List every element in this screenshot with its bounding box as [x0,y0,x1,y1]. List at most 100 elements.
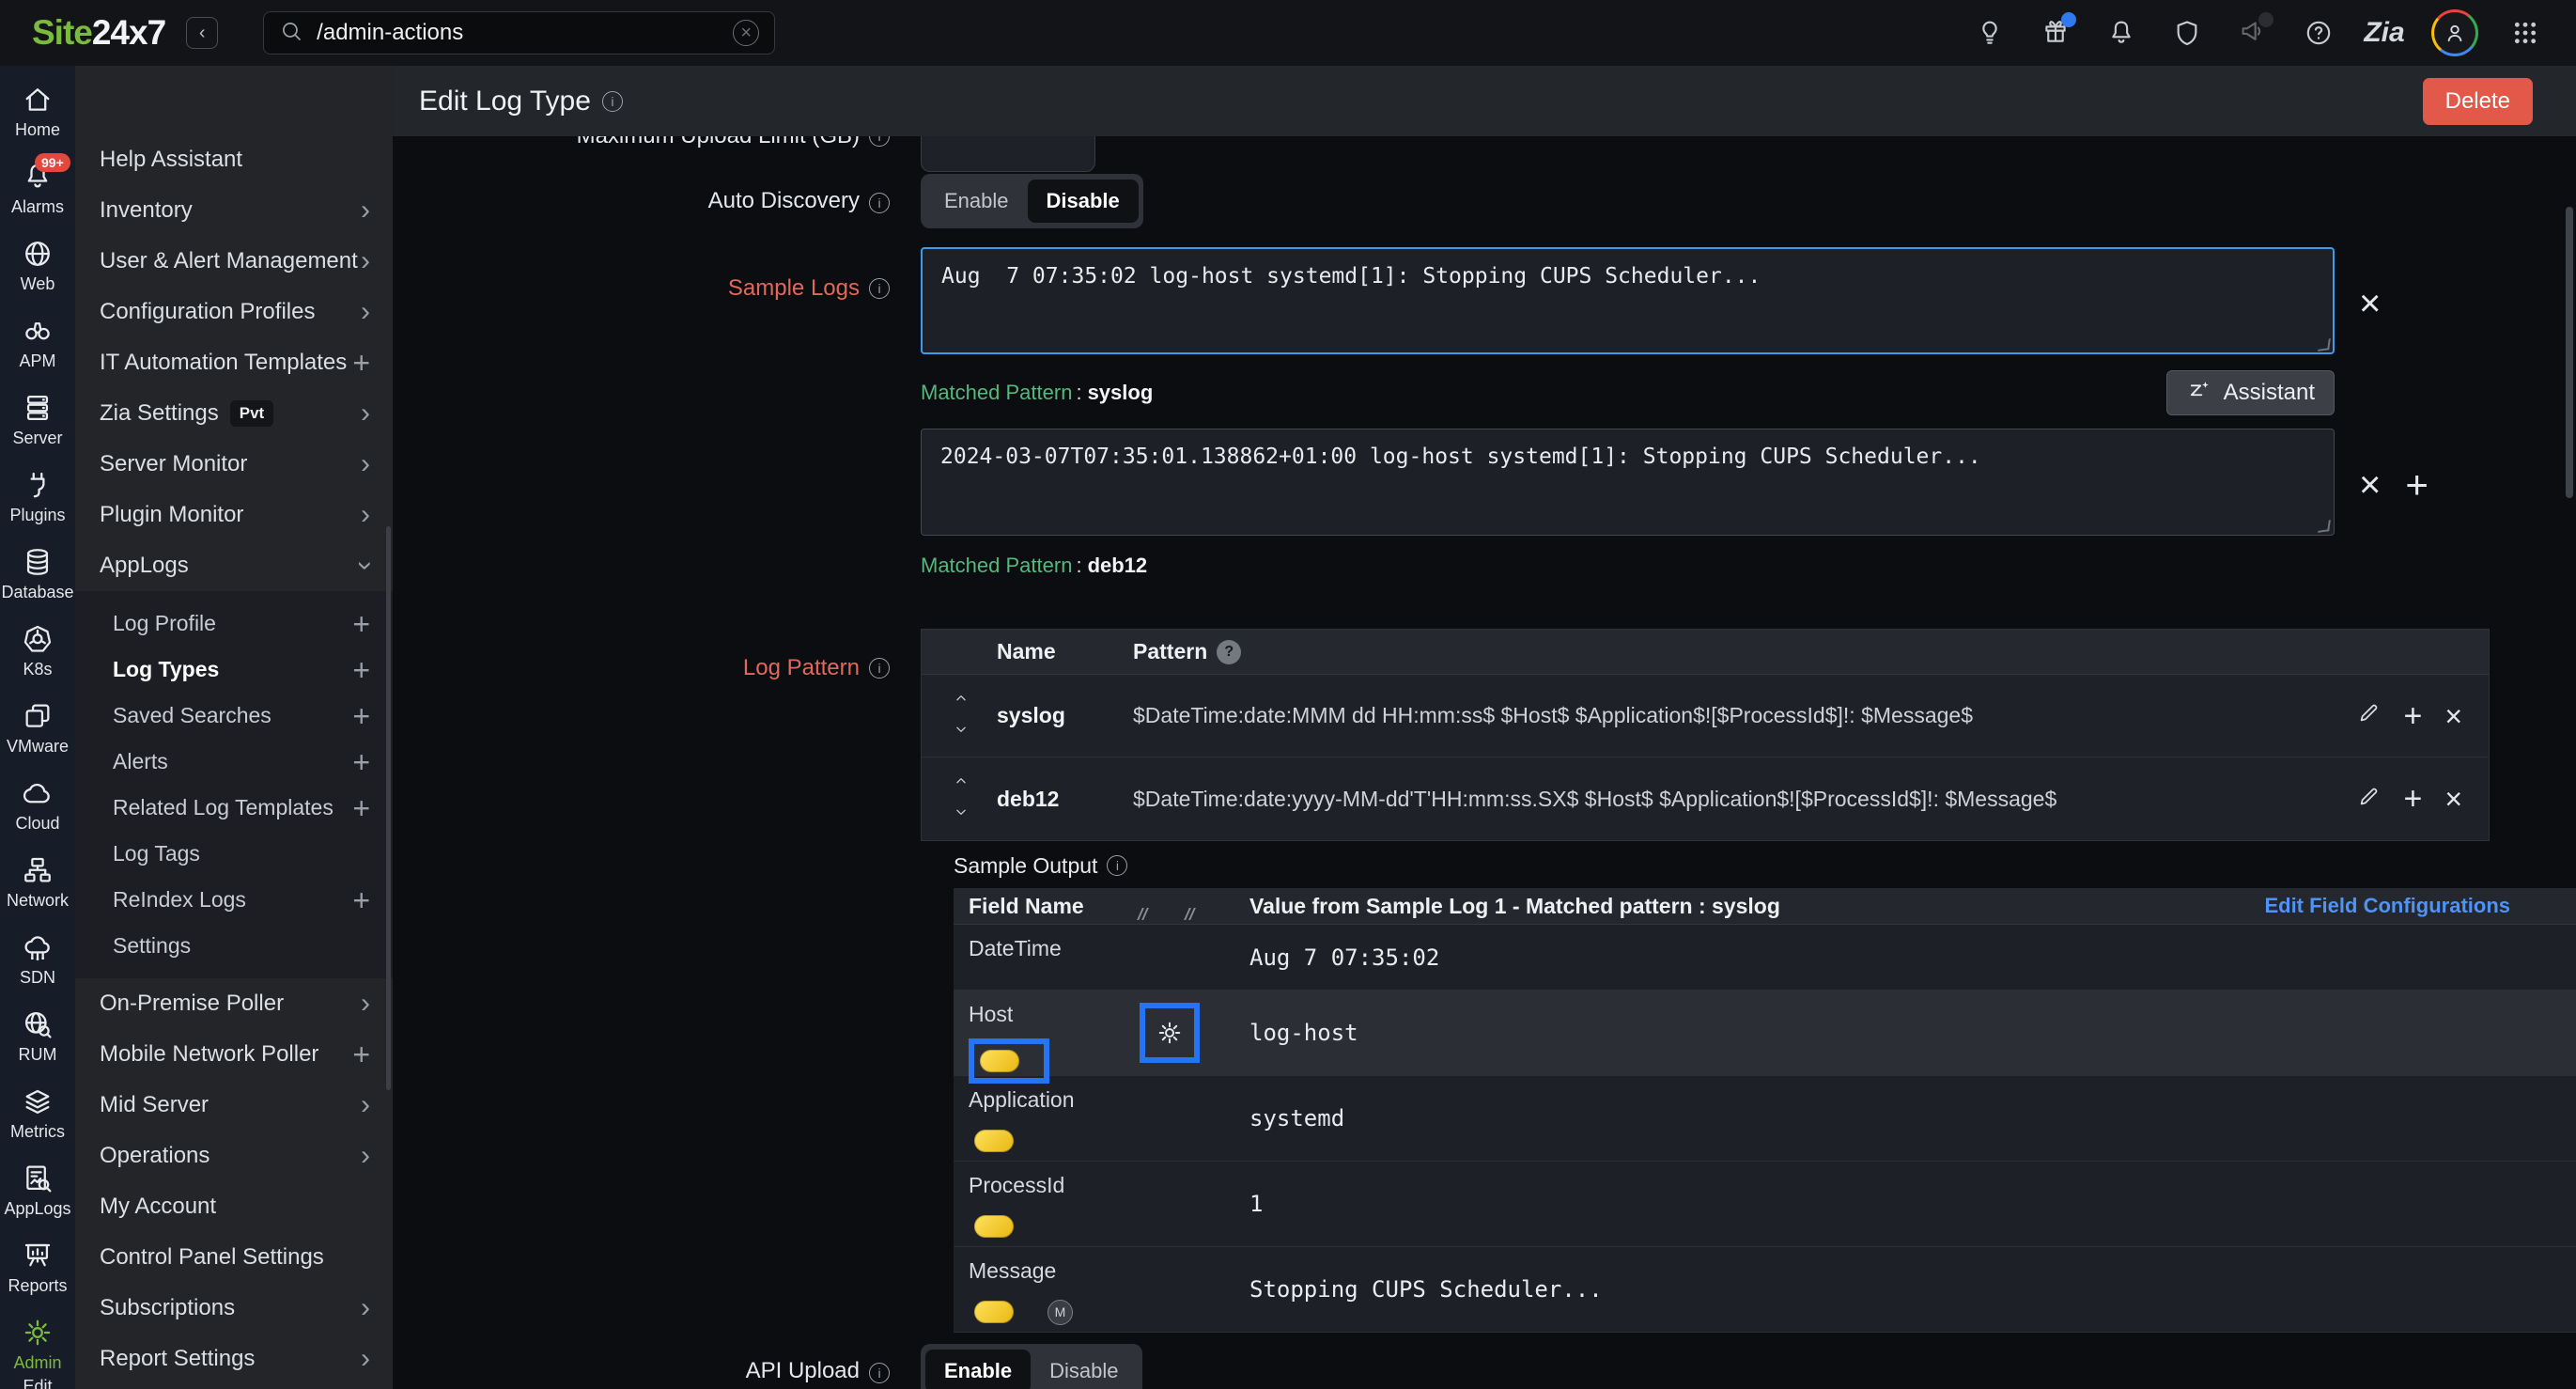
rail-item[interactable]: Reports [0,1229,75,1306]
sidebar-subitem[interactable]: Settings [75,923,393,969]
rail-item[interactable]: Metrics [0,1075,75,1152]
field-toggle[interactable] [980,1050,1019,1072]
sidebar-item[interactable]: Report Settings › [75,1334,393,1384]
user-avatar[interactable] [2431,9,2478,56]
sidebar-item[interactable]: Configuration Profiles › [75,287,393,337]
search-input[interactable] [317,20,733,46]
sidebar-item[interactable]: On-Premise Poller › [75,978,393,1029]
main-scrollbar[interactable] [2566,207,2573,498]
sample-log-2-actions [2359,465,2429,505]
auto-discovery-disable-option[interactable]: Disable [1028,179,1139,223]
sidebar-item-label: Zia Settings [100,400,219,427]
rail-item[interactable]: Admin [0,1306,75,1383]
sidebar-item[interactable]: Zia Settings Pvt › [75,388,393,439]
add-pattern-icon[interactable] [2403,700,2422,732]
move-down-icon[interactable] [951,805,971,823]
help-icon[interactable] [2300,14,2337,52]
sidebar-subitem[interactable]: Saved Searches + [75,693,393,739]
api-upload-enable-option[interactable]: Enable [925,1350,1031,1389]
field-toggle[interactable] [974,1301,1014,1323]
gift-icon[interactable] [2037,14,2074,52]
sidebar-item[interactable]: Server Monitor › [75,439,393,490]
sample-log-1-textarea[interactable]: Aug 7 07:35:02 log-host systemd[1]: Stop… [921,247,2335,354]
sidebar-item[interactable]: Operations › [75,1131,393,1181]
remove-sample-log-1-icon[interactable] [2359,285,2381,322]
rail-item[interactable]: AppLogs [0,1152,75,1229]
add-sample-log-icon[interactable] [2405,465,2429,505]
sidebar-item[interactable]: User & Alert Management › [75,236,393,287]
move-down-icon[interactable] [951,723,971,741]
sidebar-item[interactable]: Control Panel Settings [75,1232,393,1283]
delete-button[interactable]: Delete [2423,78,2533,125]
logo-24x7: 24x7 [92,13,165,52]
sidebar-item[interactable]: AppLogs › [75,540,393,591]
rail-item[interactable]: Server [0,382,75,459]
shield-icon[interactable] [2168,14,2206,52]
sidebar-subitem[interactable]: ReIndex Logs + [75,877,393,923]
rail-item[interactable]: Web [0,227,75,304]
sidebar-item[interactable]: Share › [75,1384,393,1389]
sidebar-item[interactable]: Mid Server › [75,1080,393,1131]
sidebar-item[interactable]: Mobile Network Poller + [75,1029,393,1080]
rail-item[interactable]: Network [0,844,75,921]
edit-pattern-icon[interactable] [2356,701,2381,730]
gear-icon[interactable] [1148,1011,1191,1054]
rail-item[interactable]: Database [0,536,75,613]
sidebar-item[interactable]: Help Assistant [75,134,393,185]
rail-item[interactable]: VMware [0,690,75,767]
notifications-bell-icon[interactable] [2103,14,2140,52]
sidebar-subitem-label: Related Log Templates [113,795,334,820]
field-toggle-wrap [969,1210,1038,1243]
bulb-icon[interactable] [1971,14,2009,52]
move-up-icon[interactable] [951,774,971,792]
column-resize-handle[interactable] [1184,908,1191,920]
delete-pattern-icon[interactable] [2444,784,2462,814]
site24x7-logo[interactable]: Site24x7 [32,13,165,53]
sample-log-2-textarea[interactable]: 2024-03-07T07:35:01.138862+01:00 log-hos… [921,429,2335,536]
sidebar-item[interactable]: IT Automation Templates + [75,337,393,388]
sidebar-subitem-glyph: + [352,885,370,915]
edit-pattern-icon[interactable] [2356,785,2381,814]
sample-output-table: Field Name Value from Sample Log 1 - Mat… [954,888,2576,1333]
edit-field-configurations-link[interactable]: Edit Field Configurations [2264,894,2510,918]
rail-item[interactable]: Plugins [0,459,75,536]
rail-item[interactable]: SDN [0,921,75,998]
rail-item[interactable]: APM [0,304,75,382]
field-toggle[interactable] [974,1130,1014,1152]
apps-grid-icon[interactable] [2506,14,2544,52]
move-up-icon[interactable] [951,692,971,710]
field-toggle[interactable] [974,1215,1014,1238]
rail-item[interactable]: Home [0,73,75,150]
remove-sample-log-2-icon[interactable] [2359,466,2381,504]
sidebar-item-label: Operations [100,1143,209,1169]
sidebar-scrollbar[interactable] [386,526,391,1090]
add-pattern-icon[interactable] [2403,783,2422,815]
zia-assistant-button[interactable]: Assistant [2166,370,2335,415]
sidebar-subitem[interactable]: Related Log Templates + [75,785,393,831]
sidebar-item[interactable]: Subscriptions › [75,1283,393,1334]
rail-item-edit[interactable]: Edit [0,1377,75,1389]
search-clear-icon[interactable]: × [733,20,759,46]
auto-discovery-enable-option[interactable]: Enable [925,179,1028,223]
sidebar-item[interactable]: Plugin Monitor › [75,490,393,540]
sidebar-item[interactable]: Inventory › [75,185,393,236]
sidebar-item[interactable]: My Account [75,1181,393,1232]
rail-item[interactable]: K8s [0,613,75,690]
rail-item[interactable]: RUM [0,998,75,1075]
sample-output-field-row: Message M Stopping CUPS Scheduler... [954,1247,2576,1333]
rail-item[interactable]: Cloud [0,767,75,844]
log-pattern-table-row: deb12 $DateTime:date:yyyy-MM-dd'T'HH:mm:… [922,757,2489,840]
sidebar-subitem[interactable]: Log Tags [75,831,393,877]
rail-item[interactable]: 99+ Alarms [0,150,75,227]
sidebar-collapse-button[interactable]: ‹ [186,17,218,49]
delete-pattern-icon[interactable] [2444,701,2462,731]
global-search[interactable]: × [263,11,775,55]
pattern-help-icon[interactable]: ? [1217,640,1241,664]
api-upload-disable-option[interactable]: Disable [1031,1350,1137,1389]
announcements-megaphone-icon[interactable] [2234,14,2272,52]
sidebar-subitem[interactable]: Log Profile + [75,601,393,647]
zia-icon[interactable]: Zia [2366,14,2403,52]
applogs-submenu: Log Profile + Log Types + Saved Searches… [75,591,393,978]
sidebar-subitem[interactable]: Alerts + [75,739,393,785]
sidebar-subitem[interactable]: Log Types + [75,647,393,693]
